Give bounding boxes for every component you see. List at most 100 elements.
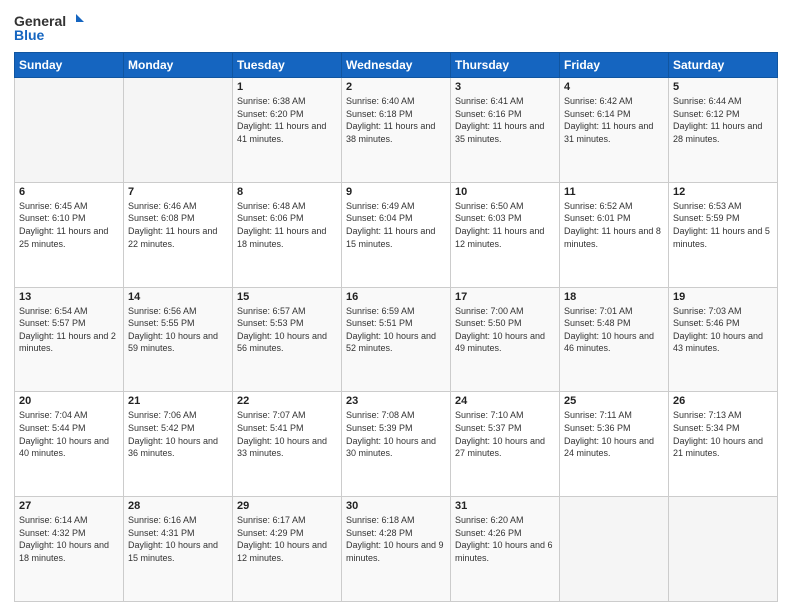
calendar-cell: 29Sunrise: 6:17 AM Sunset: 4:29 PM Dayli… — [233, 497, 342, 602]
calendar-cell: 6Sunrise: 6:45 AM Sunset: 6:10 PM Daylig… — [15, 182, 124, 287]
calendar-cell: 13 Sunrise: 6:54 AM Sunset: 5:57 PM Dayli… — [15, 287, 124, 392]
calendar-cell — [669, 497, 778, 602]
day-number: 1 — [237, 81, 337, 93]
calendar-cell: 31 Sunrise: 6:20 AM Sunset: 4:26 PM Dayli… — [451, 497, 560, 602]
calendar-cell — [560, 497, 669, 602]
day-number: 18 — [564, 291, 664, 303]
day-number: 21 — [128, 395, 228, 407]
day-info: Sunrise: 6:59 AM Sunset: 5:51 PM Dayligh… — [346, 305, 446, 355]
calendar-week-row: 27 Sunrise: 6:14 AM Sunset: 4:32 PM Dayli… — [15, 497, 778, 602]
calendar-cell: 25 Sunrise: 7:11 AM Sunset: 5:36 PM Dayli… — [560, 392, 669, 497]
day-info: Sunrise: 6:50 AM Sunset: 6:03 PM Dayligh… — [455, 200, 555, 250]
calendar-table: Sunday Monday Tuesday Wednesday Thursday… — [14, 52, 778, 602]
day-info: Sunrise: 7:08 AM Sunset: 5:39 PM Dayligh… — [346, 409, 446, 459]
day-info: Sunrise: 6:42 AM Sunset: 6:14 PM Dayligh… — [564, 95, 664, 145]
calendar-cell: 26 Sunrise: 7:13 AM Sunset: 5:34 PM Dayli… — [669, 392, 778, 497]
day-number: 10 — [455, 186, 555, 198]
calendar-cell: 14 Sunrise: 6:56 AM Sunset: 5:55 PM Dayli… — [124, 287, 233, 392]
day-info: Sunrise: 6:48 AM Sunset: 6:06 PM Dayligh… — [237, 200, 337, 250]
calendar-cell: 8 Sunrise: 6:48 AM Sunset: 6:06 PM Daylig… — [233, 182, 342, 287]
day-info: Sunrise: 6:56 AM Sunset: 5:55 PM Dayligh… — [128, 305, 228, 355]
day-info: Sunrise: 6:52 AM Sunset: 6:01 PM Dayligh… — [564, 200, 664, 250]
day-info: Sunrise: 7:07 AM Sunset: 5:41 PM Dayligh… — [237, 409, 337, 459]
day-number: 26 — [673, 395, 773, 407]
calendar-cell: 28 Sunrise: 6:16 AM Sunset: 4:31 PM Dayli… — [124, 497, 233, 602]
day-number: 14 — [128, 291, 228, 303]
day-number: 13 — [19, 291, 119, 303]
day-info: Sunrise: 7:11 AM Sunset: 5:36 PM Dayligh… — [564, 409, 664, 459]
day-info: Sunrise: 7:10 AM Sunset: 5:37 PM Dayligh… — [455, 409, 555, 459]
calendar-cell: 19 Sunrise: 7:03 AM Sunset: 5:46 PM Dayli… — [669, 287, 778, 392]
day-info: Sunrise: 6:40 AM Sunset: 6:18 PM Dayligh… — [346, 95, 446, 145]
calendar-cell: 22Sunrise: 7:07 AM Sunset: 5:41 PM Dayli… — [233, 392, 342, 497]
col-thursday: Thursday — [451, 53, 560, 78]
day-info: Sunrise: 6:46 AM Sunset: 6:08 PM Dayligh… — [128, 200, 228, 250]
calendar-cell: 11 Sunrise: 6:52 AM Sunset: 6:01 PM Dayli… — [560, 182, 669, 287]
day-info: Sunrise: 6:49 AM Sunset: 6:04 PM Dayligh… — [346, 200, 446, 250]
col-sunday: Sunday — [15, 53, 124, 78]
day-number: 25 — [564, 395, 664, 407]
col-saturday: Saturday — [669, 53, 778, 78]
day-info: Sunrise: 6:14 AM Sunset: 4:32 PM Dayligh… — [19, 514, 119, 564]
logo: General Blue — [14, 10, 84, 46]
calendar-cell — [124, 78, 233, 183]
day-info: Sunrise: 6:20 AM Sunset: 4:26 PM Dayligh… — [455, 514, 555, 564]
calendar-cell: 4 Sunrise: 6:42 AM Sunset: 6:14 PM Daylig… — [560, 78, 669, 183]
calendar-cell: 12 Sunrise: 6:53 AM Sunset: 5:59 PM Dayli… — [669, 182, 778, 287]
day-number: 20 — [19, 395, 119, 407]
day-number: 2 — [346, 81, 446, 93]
calendar-cell: 27 Sunrise: 6:14 AM Sunset: 4:32 PM Dayli… — [15, 497, 124, 602]
calendar-cell: 2 Sunrise: 6:40 AM Sunset: 6:18 PM Daylig… — [342, 78, 451, 183]
day-number: 4 — [564, 81, 664, 93]
day-number: 31 — [455, 500, 555, 512]
col-friday: Friday — [560, 53, 669, 78]
day-info: Sunrise: 6:44 AM Sunset: 6:12 PM Dayligh… — [673, 95, 773, 145]
day-number: 9 — [346, 186, 446, 198]
day-number: 7 — [128, 186, 228, 198]
day-number: 29 — [237, 500, 337, 512]
col-wednesday: Wednesday — [342, 53, 451, 78]
calendar-cell: 21 Sunrise: 7:06 AM Sunset: 5:42 PM Dayli… — [124, 392, 233, 497]
day-number: 5 — [673, 81, 773, 93]
day-number: 16 — [346, 291, 446, 303]
day-info: Sunrise: 7:04 AM Sunset: 5:44 PM Dayligh… — [19, 409, 119, 459]
day-info: Sunrise: 7:13 AM Sunset: 5:34 PM Dayligh… — [673, 409, 773, 459]
calendar-cell: 3Sunrise: 6:41 AM Sunset: 6:16 PM Daylig… — [451, 78, 560, 183]
day-number: 30 — [346, 500, 446, 512]
day-number: 11 — [564, 186, 664, 198]
day-number: 15 — [237, 291, 337, 303]
calendar-cell: 23 Sunrise: 7:08 AM Sunset: 5:39 PM Dayli… — [342, 392, 451, 497]
calendar-header-row: Sunday Monday Tuesday Wednesday Thursday… — [15, 53, 778, 78]
calendar-cell: 15Sunrise: 6:57 AM Sunset: 5:53 PM Dayli… — [233, 287, 342, 392]
day-info: Sunrise: 6:41 AM Sunset: 6:16 PM Dayligh… — [455, 95, 555, 145]
page: General Blue Sunday Monday Tuesday Wedne… — [0, 0, 792, 612]
calendar-cell: 30 Sunrise: 6:18 AM Sunset: 4:28 PM Dayli… — [342, 497, 451, 602]
day-number: 27 — [19, 500, 119, 512]
calendar-cell: 10 Sunrise: 6:50 AM Sunset: 6:03 PM Dayli… — [451, 182, 560, 287]
calendar-week-row: 20 Sunrise: 7:04 AM Sunset: 5:44 PM Dayli… — [15, 392, 778, 497]
day-number: 28 — [128, 500, 228, 512]
day-info: Sunrise: 6:38 AM Sunset: 6:20 PM Dayligh… — [237, 95, 337, 145]
day-number: 8 — [237, 186, 337, 198]
day-info: Sunrise: 7:01 AM Sunset: 5:48 PM Dayligh… — [564, 305, 664, 355]
day-info: Sunrise: 6:18 AM Sunset: 4:28 PM Dayligh… — [346, 514, 446, 564]
calendar-cell — [15, 78, 124, 183]
calendar-cell: 24 Sunrise: 7:10 AM Sunset: 5:37 PM Dayli… — [451, 392, 560, 497]
day-info: Sunrise: 7:06 AM Sunset: 5:42 PM Dayligh… — [128, 409, 228, 459]
day-info: Sunrise: 6:45 AM Sunset: 6:10 PM Dayligh… — [19, 200, 119, 250]
day-number: 19 — [673, 291, 773, 303]
calendar-cell: 17Sunrise: 7:00 AM Sunset: 5:50 PM Dayli… — [451, 287, 560, 392]
day-info: Sunrise: 6:53 AM Sunset: 5:59 PM Dayligh… — [673, 200, 773, 250]
day-info: Sunrise: 7:03 AM Sunset: 5:46 PM Dayligh… — [673, 305, 773, 355]
calendar-cell: 5 Sunrise: 6:44 AM Sunset: 6:12 PM Daylig… — [669, 78, 778, 183]
calendar-cell: 7 Sunrise: 6:46 AM Sunset: 6:08 PM Daylig… — [124, 182, 233, 287]
day-number: 12 — [673, 186, 773, 198]
day-number: 24 — [455, 395, 555, 407]
day-info: Sunrise: 6:54 AM Sunset: 5:57 PM Dayligh… — [19, 305, 119, 355]
calendar-cell: 16 Sunrise: 6:59 AM Sunset: 5:51 PM Dayli… — [342, 287, 451, 392]
day-number: 17 — [455, 291, 555, 303]
logo-svg: General Blue — [14, 10, 84, 46]
calendar-week-row: 13 Sunrise: 6:54 AM Sunset: 5:57 PM Dayli… — [15, 287, 778, 392]
day-info: Sunrise: 6:16 AM Sunset: 4:31 PM Dayligh… — [128, 514, 228, 564]
day-number: 23 — [346, 395, 446, 407]
